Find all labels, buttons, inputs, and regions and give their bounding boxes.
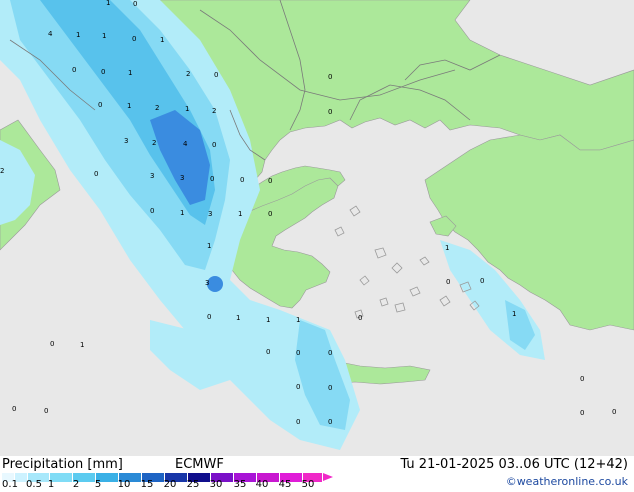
grid-value: 1 bbox=[445, 244, 449, 252]
grid-value: 4 bbox=[183, 140, 188, 148]
grid-value: 4 bbox=[48, 30, 53, 38]
grid-value: 1 bbox=[236, 314, 240, 322]
grid-value: 0 bbox=[580, 409, 584, 417]
grid-value: 0 bbox=[296, 349, 300, 357]
grid-value: 0 bbox=[214, 71, 218, 79]
scale-tick-label: 20 bbox=[163, 479, 177, 490]
grid-value: 1 bbox=[160, 36, 164, 44]
scale-tick-label: 45 bbox=[278, 479, 292, 490]
valid-time: Tu 21-01-2025 03..06 UTC (12+42) bbox=[400, 457, 628, 472]
grid-value: 0 bbox=[94, 170, 98, 178]
scale-tick-label: 35 bbox=[233, 479, 247, 490]
scale-tick-label: 30 bbox=[209, 479, 223, 490]
scale-tick-label: 1 bbox=[47, 479, 55, 490]
grid-value: 0 bbox=[12, 405, 16, 413]
grid-value: 0 bbox=[480, 277, 484, 285]
grid-value: 1 bbox=[238, 210, 242, 218]
legend-footer: Precipitation [mm] ECMWF Tu 21-01-2025 0… bbox=[0, 456, 634, 490]
grid-value: 0 bbox=[132, 35, 136, 43]
grid-value: 1 bbox=[266, 316, 270, 324]
grid-value: 1 bbox=[106, 0, 110, 7]
scale-tick-label: 40 bbox=[255, 479, 269, 490]
scale-arrow-tip bbox=[323, 473, 333, 481]
grid-value: 1 bbox=[76, 31, 80, 39]
scale-tick-label: 10 bbox=[117, 479, 131, 490]
grid-value: 1 bbox=[180, 209, 184, 217]
grid-value: 0 bbox=[72, 66, 76, 74]
scale-tick-label: 15 bbox=[140, 479, 154, 490]
grid-value: 0 bbox=[328, 418, 332, 426]
grid-value: 0 bbox=[240, 176, 244, 184]
grid-value: 3 bbox=[150, 172, 154, 180]
scale-tick-label: 0.5 bbox=[26, 479, 42, 490]
grid-value: 2 bbox=[152, 139, 156, 147]
color-scale-labels: 0.1 0.5 1 2 5 10 15 20 25 30 35 40 45 50 bbox=[0, 479, 330, 492]
grid-value: 2 bbox=[186, 70, 190, 78]
grid-value: 0 bbox=[612, 408, 616, 416]
grid-value: 1 bbox=[185, 105, 189, 113]
grid-value: 0 bbox=[268, 177, 272, 185]
grid-value: 0 bbox=[101, 68, 105, 76]
grid-value: 1 bbox=[127, 102, 131, 110]
grid-value: 0 bbox=[212, 141, 216, 149]
grid-value: 0 bbox=[268, 210, 272, 218]
model-name: ECMWF bbox=[175, 457, 224, 472]
scale-tick-label: 5 bbox=[94, 479, 102, 490]
legend-title: Precipitation [mm] bbox=[2, 457, 123, 472]
grid-value: 0 bbox=[446, 278, 450, 286]
grid-value: 3 bbox=[205, 279, 209, 287]
grid-value: 2 bbox=[155, 104, 159, 112]
grid-value: 0 bbox=[150, 207, 154, 215]
grid-value: 0 bbox=[358, 314, 362, 322]
scale-tick-label: 2 bbox=[72, 479, 80, 490]
scale-tick-label: 50 bbox=[301, 479, 315, 490]
grid-value: 0 bbox=[207, 313, 211, 321]
precipitation-map: 4 1 1 0 1 1 0 0 0 2 1 0 0 0 1 2 1 2 0 3 2 4 0 2 3 3 0 0 0 1 3 1 0 0 1 1 3 1 1 1… bbox=[0, 0, 634, 456]
grid-value: 0 bbox=[98, 101, 102, 109]
grid-value: 0 bbox=[328, 349, 332, 357]
grid-value: 1 bbox=[296, 316, 300, 324]
grid-value: 0 bbox=[328, 384, 332, 392]
copyright[interactable]: ©weatheronline.co.uk bbox=[506, 475, 628, 488]
grid-value: 0 bbox=[328, 108, 332, 116]
grid-value: 2 bbox=[0, 167, 4, 175]
grid-value: 1 bbox=[80, 341, 84, 349]
grid-value: 3 bbox=[208, 210, 212, 218]
grid-value: 0 bbox=[210, 175, 214, 183]
grid-value: 0 bbox=[44, 407, 48, 415]
grid-value: 1 bbox=[128, 69, 132, 77]
grid-value: 1 bbox=[512, 310, 516, 318]
scale-tick-label: 25 bbox=[186, 479, 200, 490]
scale-tick-label: 0.1 bbox=[2, 479, 18, 490]
grid-value: 3 bbox=[180, 174, 184, 182]
grid-value: 1 bbox=[102, 32, 106, 40]
grid-value: 0 bbox=[296, 418, 300, 426]
grid-value: 0 bbox=[266, 348, 270, 356]
grid-value: 1 bbox=[207, 242, 211, 250]
grid-value: 0 bbox=[580, 375, 584, 383]
grid-value: 2 bbox=[212, 107, 216, 115]
map-canvas: 4 1 1 0 1 1 0 0 0 2 1 0 0 0 1 2 1 2 0 3 2 4 0 2 3 3 0 0 0 1 3 1 0 0 1 1 3 1 1 1… bbox=[0, 0, 634, 456]
grid-value: 3 bbox=[124, 137, 128, 145]
grid-value: 0 bbox=[50, 340, 54, 348]
grid-value: 0 bbox=[133, 0, 137, 8]
grid-value: 0 bbox=[328, 73, 332, 81]
grid-value: 0 bbox=[296, 383, 300, 391]
